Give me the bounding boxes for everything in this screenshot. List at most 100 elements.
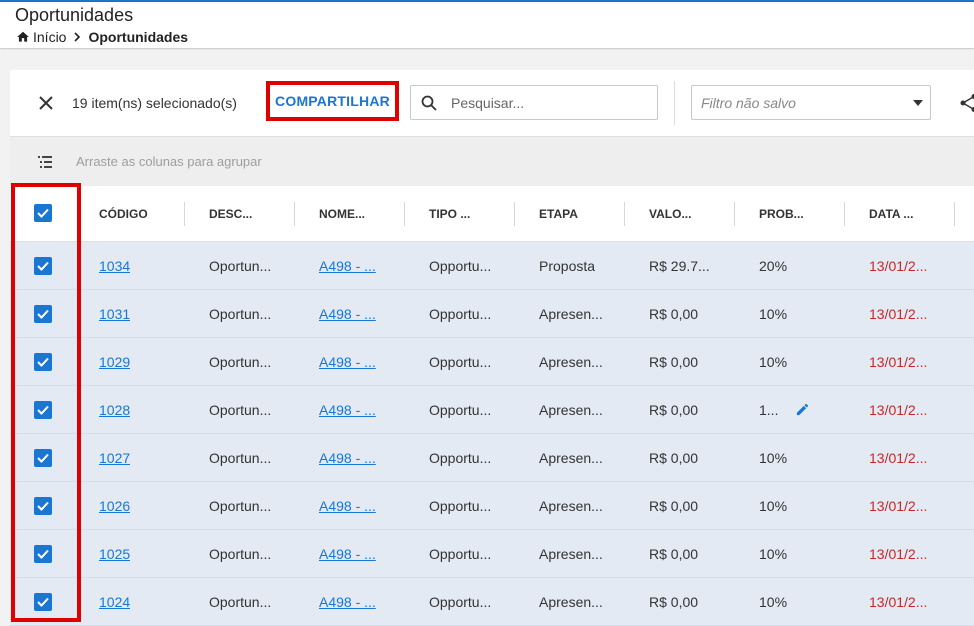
column-separator bbox=[404, 202, 405, 226]
breadcrumb-current: Oportunidades bbox=[88, 29, 189, 45]
table-row[interactable]: 1025 Oportun... A498 - ... Opportu... Ap… bbox=[10, 530, 974, 578]
cell-descricao: Oportun... bbox=[209, 305, 272, 322]
cell-nome[interactable]: A498 - ... bbox=[319, 530, 376, 577]
cell-etapa: Apresen... bbox=[539, 401, 603, 418]
breadcrumb-home[interactable]: Início bbox=[33, 29, 66, 45]
content-gutter bbox=[0, 50, 10, 626]
cell-probabilidade[interactable]: 10% bbox=[759, 290, 787, 337]
cell-tipo: Opportu... bbox=[429, 545, 492, 562]
column-header-nome[interactable]: NOME... bbox=[319, 186, 365, 241]
table-row[interactable]: 1026 Oportun... A498 - ... Opportu... Ap… bbox=[10, 482, 974, 530]
cell-descricao: Oportun... bbox=[209, 545, 272, 562]
check-icon bbox=[37, 405, 49, 415]
row-checkbox[interactable] bbox=[34, 545, 52, 563]
cell-etapa: Apresen... bbox=[539, 305, 603, 322]
cell-probabilidade[interactable]: 10% bbox=[759, 482, 787, 529]
cell-data: 13/01/2... bbox=[869, 593, 928, 610]
column-separator bbox=[844, 202, 845, 226]
check-icon bbox=[37, 261, 49, 271]
cell-tipo: Opportu... bbox=[429, 257, 492, 274]
search-icon bbox=[421, 95, 437, 111]
cell-etapa: Apresen... bbox=[539, 353, 603, 370]
caret-down-icon bbox=[913, 100, 923, 106]
cell-probabilidade[interactable]: 20% bbox=[759, 242, 787, 289]
cell-valor: R$ 0,00 bbox=[649, 353, 699, 370]
cell-codigo[interactable]: 1024 bbox=[99, 578, 130, 625]
cell-tipo: Opportu... bbox=[429, 497, 492, 514]
search-input[interactable] bbox=[451, 94, 641, 111]
page-header: Oportunidades Início Oportunidades bbox=[0, 2, 974, 49]
cell-nome[interactable]: A498 - ... bbox=[319, 482, 376, 529]
column-header-codigo[interactable]: CÓDIGO bbox=[99, 186, 148, 241]
cell-nome[interactable]: A498 - ... bbox=[319, 434, 376, 481]
row-checkbox[interactable] bbox=[34, 593, 52, 611]
check-icon bbox=[37, 501, 49, 511]
column-separator bbox=[294, 202, 295, 226]
cell-etapa: Apresen... bbox=[539, 593, 603, 610]
cell-probabilidade[interactable]: 10% bbox=[759, 434, 787, 481]
row-checkbox[interactable] bbox=[34, 401, 52, 419]
content-gap bbox=[0, 50, 974, 70]
edit-pencil-icon[interactable] bbox=[795, 402, 810, 417]
row-checkbox[interactable] bbox=[34, 305, 52, 323]
cell-descricao: Oportun... bbox=[209, 353, 272, 370]
row-checkbox[interactable] bbox=[34, 353, 52, 371]
column-header-etapa[interactable]: ETAPA bbox=[539, 186, 578, 241]
share-icon[interactable] bbox=[960, 94, 974, 112]
column-header-valor[interactable]: VALO... bbox=[649, 186, 691, 241]
filter-select[interactable]: Filtro não salvo bbox=[691, 85, 931, 120]
table-row[interactable]: 1034 Oportun... A498 - ... Opportu... Pr… bbox=[10, 242, 974, 290]
selection-toolbar: 19 item(ns) selecionado(s) COMPARTILHAR … bbox=[10, 70, 974, 137]
cell-nome[interactable]: A498 - ... bbox=[319, 290, 376, 337]
table-row[interactable]: 1029 Oportun... A498 - ... Opportu... Ap… bbox=[10, 338, 974, 386]
column-separator bbox=[624, 202, 625, 226]
row-checkbox[interactable] bbox=[34, 497, 52, 515]
cell-codigo[interactable]: 1027 bbox=[99, 434, 130, 481]
table-row[interactable]: 1028 Oportun... A498 - ... Opportu... Ap… bbox=[10, 386, 974, 434]
column-header-tipo[interactable]: TIPO ... bbox=[429, 186, 470, 241]
cell-descricao: Oportun... bbox=[209, 593, 272, 610]
cell-probabilidade[interactable]: 10% bbox=[759, 578, 787, 625]
column-header-descricao[interactable]: DESC... bbox=[209, 186, 252, 241]
cell-nome[interactable]: A498 - ... bbox=[319, 338, 376, 385]
cell-data: 13/01/2... bbox=[869, 449, 928, 466]
cell-descricao: Oportun... bbox=[209, 449, 272, 466]
table-row[interactable]: 1024 Oportun... A498 - ... Opportu... Ap… bbox=[10, 578, 974, 626]
toolbar-divider bbox=[674, 81, 675, 125]
row-checkbox[interactable] bbox=[34, 449, 52, 467]
cell-probabilidade[interactable]: 10% bbox=[759, 338, 787, 385]
cell-codigo[interactable]: 1029 bbox=[99, 338, 130, 385]
select-all-checkbox[interactable] bbox=[34, 204, 52, 222]
close-icon[interactable] bbox=[37, 94, 55, 112]
cell-codigo[interactable]: 1025 bbox=[99, 530, 130, 577]
chevron-right-icon bbox=[74, 32, 81, 42]
selected-count: 19 item(ns) selecionado(s) bbox=[72, 95, 237, 111]
cell-nome[interactable]: A498 - ... bbox=[319, 386, 376, 433]
cell-codigo[interactable]: 1031 bbox=[99, 290, 130, 337]
cell-probabilidade[interactable]: 1... bbox=[759, 386, 778, 433]
cell-codigo[interactable]: 1028 bbox=[99, 386, 130, 433]
share-button[interactable]: COMPARTILHAR bbox=[266, 81, 399, 121]
cell-data: 13/01/2... bbox=[869, 353, 928, 370]
cell-valor: R$ 0,00 bbox=[649, 545, 699, 562]
cell-codigo[interactable]: 1034 bbox=[99, 242, 130, 289]
table-row[interactable]: 1031 Oportun... A498 - ... Opportu... Ap… bbox=[10, 290, 974, 338]
column-header-probabilidade[interactable]: PROB... bbox=[759, 186, 804, 241]
table-row[interactable]: 1027 Oportun... A498 - ... Opportu... Ap… bbox=[10, 434, 974, 482]
group-by-panel[interactable]: Arraste as colunas para agrupar bbox=[10, 137, 974, 186]
column-separator bbox=[184, 202, 185, 226]
cell-nome[interactable]: A498 - ... bbox=[319, 242, 376, 289]
cell-nome[interactable]: A498 - ... bbox=[319, 578, 376, 625]
home-icon[interactable] bbox=[16, 30, 30, 44]
search-box[interactable] bbox=[410, 85, 658, 120]
row-checkbox[interactable] bbox=[34, 257, 52, 275]
column-header-data[interactable]: DATA ... bbox=[869, 186, 913, 241]
cell-probabilidade[interactable]: 10% bbox=[759, 530, 787, 577]
cell-descricao: Oportun... bbox=[209, 401, 272, 418]
filter-placeholder: Filtro não salvo bbox=[701, 95, 796, 111]
cell-valor: R$ 0,00 bbox=[649, 305, 699, 322]
cell-tipo: Opportu... bbox=[429, 593, 492, 610]
check-icon bbox=[37, 549, 49, 559]
cell-valor: R$ 0,00 bbox=[649, 593, 699, 610]
cell-codigo[interactable]: 1026 bbox=[99, 482, 130, 529]
